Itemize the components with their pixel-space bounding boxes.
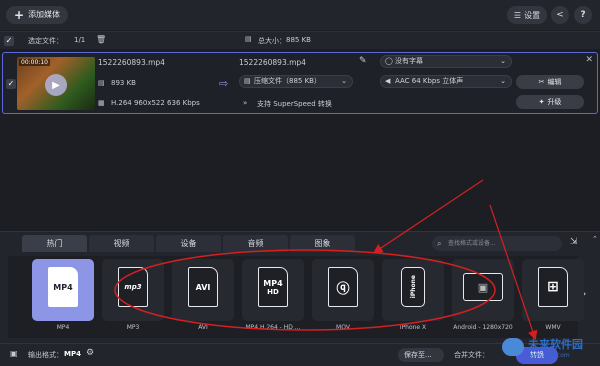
annotation-ellipse (114, 249, 496, 331)
cloud-icon (502, 338, 524, 356)
annotation-arrow-right (489, 204, 538, 341)
watermark-text: 未来软件园 (528, 338, 583, 351)
watermark-url: www.pc6.com (528, 352, 570, 359)
annotation-overlay (114, 179, 538, 341)
site-watermark-logo: 未来软件园 www.pc6.com (500, 330, 600, 366)
annotation-arrow-left (373, 179, 484, 254)
